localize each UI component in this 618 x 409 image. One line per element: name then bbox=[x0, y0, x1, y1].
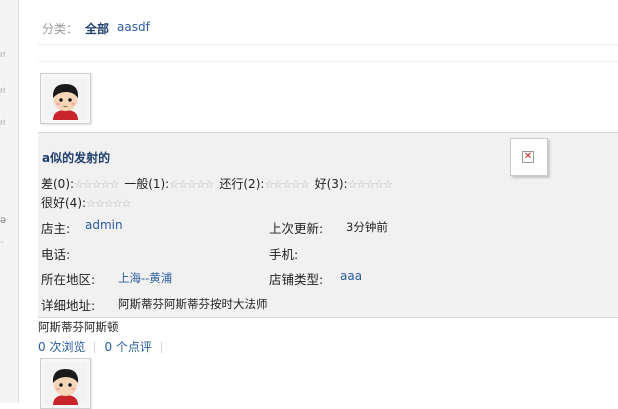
store-image[interactable]: ✕ bbox=[510, 138, 548, 176]
star-icon: ☆☆☆☆☆ bbox=[264, 178, 309, 191]
store-type-label: 店铺类型: bbox=[269, 272, 324, 287]
star-icon: ☆☆☆☆☆ bbox=[347, 178, 393, 191]
star-icon: ☆☆☆☆☆ bbox=[169, 178, 214, 191]
divider bbox=[38, 61, 618, 62]
star-icon: ☆☆☆☆☆ bbox=[74, 178, 119, 191]
phone-label: 电话: bbox=[41, 247, 71, 262]
rating-item: 还行(2):☆☆☆☆☆ bbox=[219, 177, 309, 191]
category-all-link[interactable]: 全部 bbox=[85, 20, 109, 37]
region-link[interactable]: 上海--黄浦 bbox=[118, 270, 172, 286]
views-count-link[interactable]: 0 次浏览 bbox=[38, 340, 85, 354]
store-title-link[interactable]: a似的发射的 bbox=[42, 149, 110, 166]
rating-item: 很好(4):☆☆☆☆☆ bbox=[41, 196, 131, 210]
category-filter-bar: 分类： 全部 aasdf bbox=[38, 10, 618, 45]
avatar[interactable] bbox=[40, 358, 91, 409]
star-icon: ☆☆☆☆☆ bbox=[86, 197, 131, 210]
broken-image-icon: ✕ bbox=[522, 151, 534, 163]
store-info-card: a似的发射的 ✕ 差(0):☆☆☆☆☆ 一般(1):☆☆☆☆☆ 还行(2):☆☆… bbox=[38, 132, 618, 318]
owner-label: 店主: bbox=[41, 221, 71, 236]
cartoon-avatar-icon bbox=[44, 362, 87, 405]
mobile-label: 手机: bbox=[269, 247, 299, 262]
rating-summary: 差(0):☆☆☆☆☆ 一般(1):☆☆☆☆☆ 还行(2):☆☆☆☆☆ 好(3):… bbox=[41, 175, 481, 213]
rating-item: 一般(1):☆☆☆☆☆ bbox=[124, 177, 214, 191]
store-stats: 0 次浏览 0 个点评 bbox=[38, 338, 171, 355]
region-label: 所在地区: bbox=[41, 272, 96, 287]
rating-item: 差(0):☆☆☆☆☆ bbox=[41, 177, 119, 191]
avatar[interactable] bbox=[40, 73, 91, 124]
address-label: 详细地址: bbox=[41, 298, 96, 313]
left-sidebar-edge: ዘ ዘ ዘ ǝ - bbox=[0, 0, 19, 403]
updated-label: 上次更新: bbox=[269, 221, 324, 236]
store-type-link[interactable]: aaa bbox=[340, 269, 362, 283]
cartoon-avatar-icon bbox=[44, 77, 87, 120]
rating-item: 好(3):☆☆☆☆☆ bbox=[314, 177, 393, 191]
owner-link[interactable]: admin bbox=[85, 218, 123, 232]
address-value: 阿斯蒂芬阿斯蒂芬按时大法师 bbox=[118, 297, 268, 311]
updated-value: 3分钟前 bbox=[346, 220, 388, 234]
store-description: 阿斯蒂芬阿斯顿 bbox=[38, 320, 119, 334]
comments-count-link[interactable]: 0 个点评 bbox=[104, 340, 151, 354]
divider bbox=[94, 342, 96, 353]
divider bbox=[160, 342, 162, 353]
category-label: 分类： bbox=[42, 22, 79, 36]
category-item-aasdf[interactable]: aasdf bbox=[117, 20, 150, 34]
